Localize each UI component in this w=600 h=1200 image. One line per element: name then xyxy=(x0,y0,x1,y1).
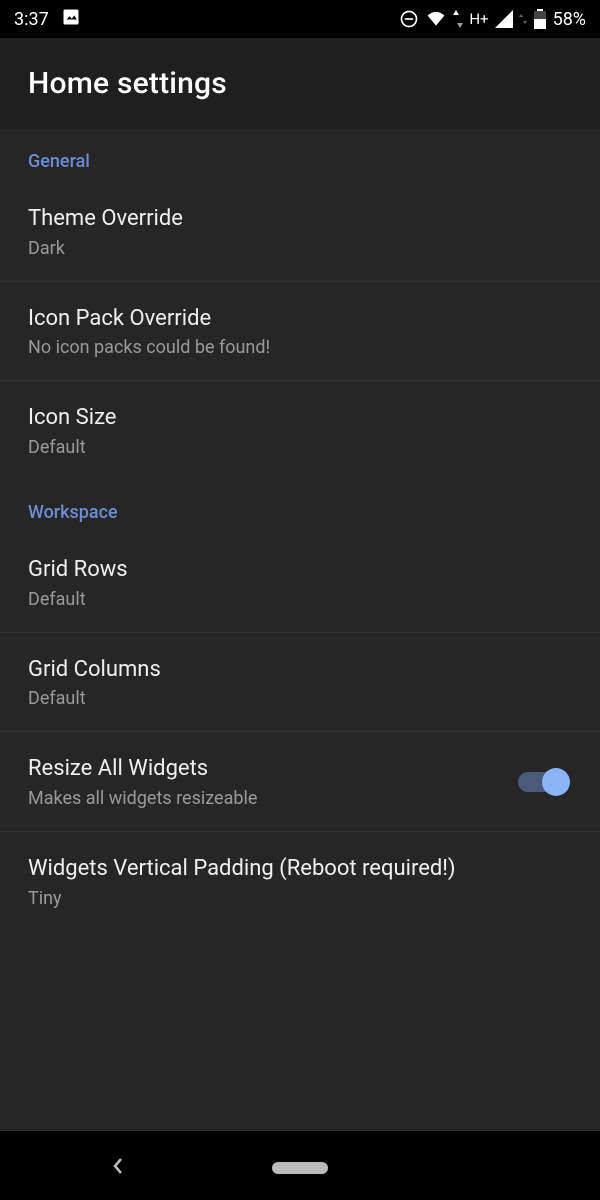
section-general: General xyxy=(0,129,600,182)
home-pill[interactable] xyxy=(272,1162,328,1174)
setting-grid-columns[interactable]: Grid Columns Default xyxy=(0,633,600,733)
battery-percent: 58% xyxy=(553,9,586,30)
status-bar: 3:37 H+ 58% xyxy=(0,0,600,38)
app-header: Home settings xyxy=(0,38,600,129)
setting-title: Widgets Vertical Padding (Reboot require… xyxy=(28,854,572,884)
back-button[interactable] xyxy=(110,1155,126,1181)
navigation-bar xyxy=(0,1136,600,1200)
setting-title: Icon Size xyxy=(28,403,572,433)
setting-widgets-vertical-padding[interactable]: Widgets Vertical Padding (Reboot require… xyxy=(0,832,600,931)
setting-value: Default xyxy=(28,688,572,709)
setting-title: Theme Override xyxy=(28,204,572,234)
setting-subtitle: Makes all widgets resizeable xyxy=(28,788,518,809)
data-arrows-icon xyxy=(453,10,463,28)
setting-title: Icon Pack Override xyxy=(28,304,572,334)
setting-title: Resize All Widgets xyxy=(28,754,518,784)
battery-icon xyxy=(533,9,547,29)
setting-value: No icon packs could be found! xyxy=(28,337,572,358)
setting-title: Grid Columns xyxy=(28,655,572,685)
setting-theme-override[interactable]: Theme Override Dark xyxy=(0,182,600,282)
setting-icon-pack-override[interactable]: Icon Pack Override No icon packs could b… xyxy=(0,282,600,382)
wifi-icon xyxy=(425,9,447,29)
page-title: Home settings xyxy=(28,66,572,101)
setting-resize-all-widgets[interactable]: Resize All Widgets Makes all widgets res… xyxy=(0,732,600,832)
setting-value: Tiny xyxy=(28,888,572,909)
status-time: 3:37 xyxy=(14,9,49,30)
setting-icon-size[interactable]: Icon Size Default xyxy=(0,381,600,480)
signal-arrows-icon xyxy=(519,10,527,28)
setting-value: Default xyxy=(28,589,572,610)
section-workspace: Workspace xyxy=(0,480,600,533)
image-notification-icon xyxy=(61,7,81,32)
network-type: H+ xyxy=(469,10,488,28)
signal-icon xyxy=(495,10,513,28)
setting-title: Grid Rows xyxy=(28,555,572,585)
toggle-switch[interactable] xyxy=(518,772,564,792)
dnd-icon xyxy=(399,9,419,29)
setting-value: Dark xyxy=(28,238,572,259)
setting-grid-rows[interactable]: Grid Rows Default xyxy=(0,533,600,633)
toggle-thumb xyxy=(542,768,570,796)
setting-value: Default xyxy=(28,437,572,458)
settings-list: General Theme Override Dark Icon Pack Ov… xyxy=(0,129,600,1131)
